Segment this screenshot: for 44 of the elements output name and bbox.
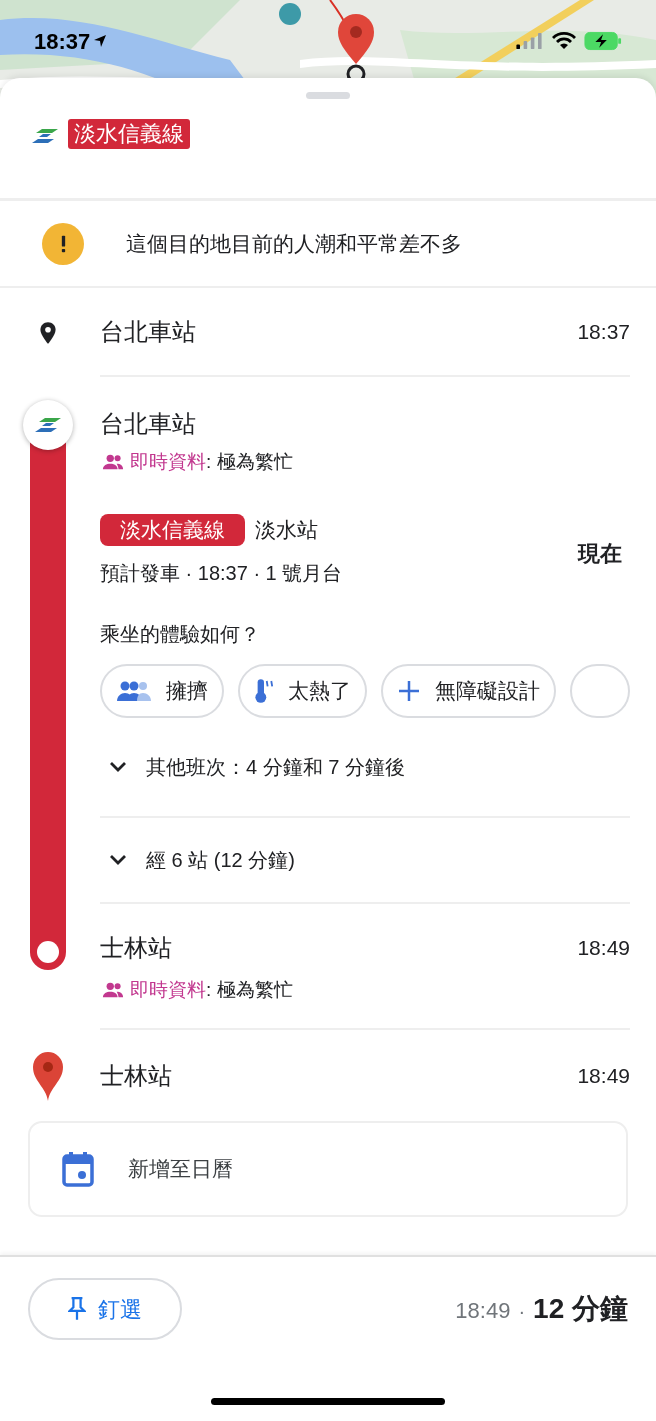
destination-station: 士林站	[100, 1060, 172, 1091]
arrival-time: 18:49	[455, 1297, 511, 1325]
status-time: 18:37	[34, 27, 91, 56]
drag-handle[interactable]	[306, 92, 350, 99]
metro-mark-icon	[33, 417, 63, 433]
feedback-chip[interactable]: 無障礙設計	[381, 664, 556, 718]
departure-info: 預計發車 · 18:37 · 1 號月台	[100, 561, 344, 586]
thermometer-icon	[254, 677, 274, 705]
departure-status: 現在	[578, 539, 622, 568]
origin-time: 18:37	[577, 318, 630, 345]
battery-charging-icon	[584, 31, 622, 51]
arrival-time: 18:49	[577, 935, 630, 962]
live-data-label: 即時資料	[130, 977, 206, 1002]
direction-text: 淡水站	[255, 517, 318, 544]
alert-text: 這個目的地目前的人潮和平常差不多	[126, 230, 462, 257]
location-arrow-icon	[93, 34, 108, 48]
feedback-chip[interactable]: 太熱了	[238, 664, 367, 718]
feedback-chip[interactable]: 擁擠	[100, 664, 224, 718]
stops-toggle[interactable]: 經 6 站 (12 分鐘)	[100, 818, 630, 904]
signal-icon	[514, 32, 544, 50]
pushpin-icon	[68, 1296, 86, 1322]
wifi-icon	[552, 32, 576, 50]
trip-duration: 12 分鐘	[533, 1292, 628, 1326]
other-departures-toggle[interactable]: 其他班次：4 分鐘和 7 分鐘後	[100, 718, 630, 818]
calendar-icon	[62, 1151, 94, 1187]
feedback-question: 乘坐的體驗如何？	[100, 622, 261, 647]
crowd-level: : 極為繁忙	[206, 449, 293, 474]
live-data-label: 即時資料	[130, 449, 206, 474]
metro-logo-icon	[30, 128, 60, 144]
separator-dot: ·	[518, 1299, 526, 1324]
line-badge: 淡水信義線	[68, 119, 190, 149]
people-icon	[116, 681, 152, 701]
feedback-chip[interactable]	[570, 664, 630, 718]
crowd-level: : 極為繁忙	[206, 977, 293, 1002]
plus-icon	[397, 679, 421, 703]
station-name: 士林站	[100, 933, 172, 963]
destination-time: 18:49	[577, 1062, 630, 1089]
map-pin-icon	[31, 1050, 65, 1101]
station-name: 台北車站	[100, 409, 197, 439]
pin-button[interactable]: 釘選	[28, 1278, 182, 1340]
origin-station: 台北車站	[100, 316, 196, 347]
add-to-calendar-button[interactable]: 新增至日曆	[28, 1121, 628, 1217]
line-badge: 淡水信義線	[100, 514, 245, 546]
exclamation-icon	[60, 234, 66, 253]
